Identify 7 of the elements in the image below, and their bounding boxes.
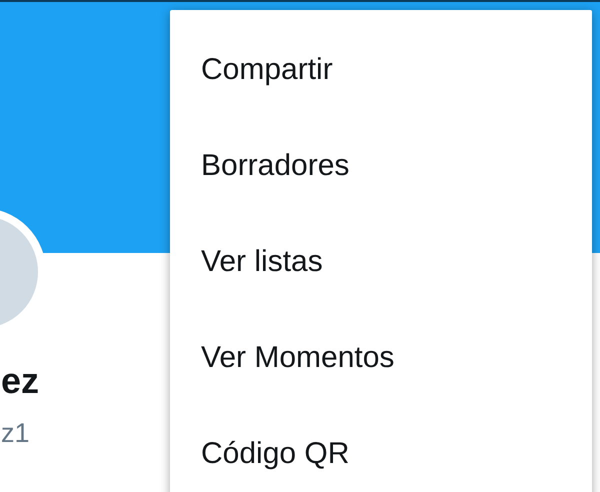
menu-item[interactable]: Compartir	[170, 22, 592, 118]
menu-item[interactable]: Ver Momentos	[170, 310, 592, 406]
menu-item[interactable]: Ver listas	[170, 214, 592, 310]
menu-item[interactable]: Código QR	[170, 406, 592, 492]
profile-name: ez	[1, 363, 40, 399]
menu-item[interactable]: Borradores	[170, 118, 592, 214]
profile-handle: z1	[1, 417, 30, 450]
